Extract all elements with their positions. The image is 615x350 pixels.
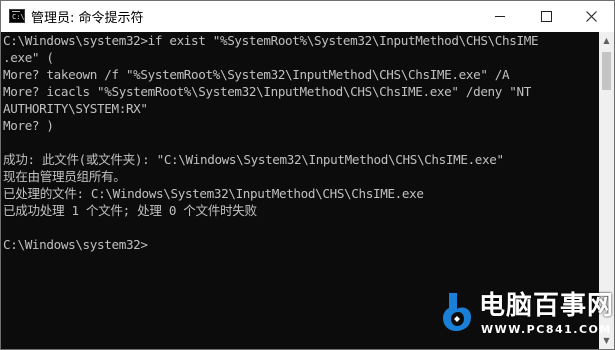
title-bar[interactable]: C:\_ 管理员: 命令提示符 <box>1 1 614 32</box>
console-line: 已成功处理 1 个文件; 处理 0 个文件时失败 <box>3 203 257 218</box>
watermark-name: 电脑百事网 <box>479 291 615 321</box>
console-prompt-line: C:\Windows\system32> <box>3 237 148 252</box>
watermark-logo-icon <box>443 293 471 331</box>
command-prompt-window: C:\_ 管理员: 命令提示符 C:\Windows\system32>if e… <box>0 0 615 350</box>
minimize-icon <box>495 16 505 17</box>
scroll-up-arrow-icon[interactable]: ▲ <box>599 32 614 49</box>
maximize-button[interactable] <box>523 1 569 32</box>
console-line: More? takeown /f "%SystemRoot%\System32\… <box>3 67 510 82</box>
console-line: 已处理的文件: C:\Windows\System32\InputMethod\… <box>3 186 424 201</box>
console-line: More? icacls "%SystemRoot%\System32\Inpu… <box>3 84 531 99</box>
cmd-icon[interactable]: C:\_ <box>9 9 29 23</box>
close-button[interactable] <box>568 1 614 32</box>
console-line: More? ) <box>3 118 54 133</box>
console-line: 成功: 此文件(或文件夹): "C:\Windows\System32\Inpu… <box>3 152 504 167</box>
watermark: 电脑百事网 WWW.PC841.COM <box>439 287 613 343</box>
cmd-icon-glyph: C:\_ <box>12 13 29 21</box>
close-icon <box>585 11 597 22</box>
console-line: 现在由管理员组所有。 <box>3 169 126 184</box>
console-line: .exe" ( <box>3 50 54 65</box>
scrollbar-thumb[interactable] <box>602 52 611 90</box>
console-line: AUTHORITY\SYSTEM:RX" <box>3 101 148 116</box>
window-title: 管理员: 命令提示符 <box>31 11 144 26</box>
maximize-icon <box>540 11 552 22</box>
minimize-button[interactable] <box>477 1 523 32</box>
watermark-url: WWW.PC841.COM <box>481 323 612 336</box>
console-line: C:\Windows\system32>if exist "%SystemRoo… <box>3 33 539 48</box>
